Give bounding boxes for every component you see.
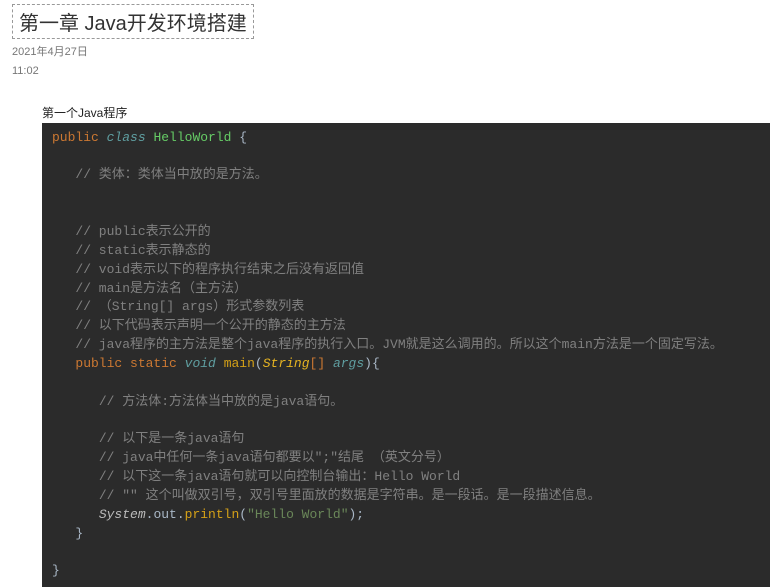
brace-close: } bbox=[52, 563, 60, 578]
out: out bbox=[153, 507, 176, 522]
comment: // （String[] args）形式参数列表 bbox=[75, 299, 304, 314]
kw-static: static bbox=[130, 356, 177, 371]
comment: // java中任何一条java语句都要以";"结尾 （英文分号） bbox=[99, 450, 450, 465]
page-title: 第一章 Java开发环境搭建 bbox=[12, 4, 254, 39]
time-text: 11:02 bbox=[0, 62, 778, 81]
string-literal: "Hello World" bbox=[247, 507, 348, 522]
brace-close: } bbox=[75, 526, 83, 541]
paren: ( bbox=[255, 356, 263, 371]
comment: // 以下是一条java语句 bbox=[99, 431, 245, 446]
comment: // 以下这一条java语句就可以向控制台输出：Hello World bbox=[99, 469, 460, 484]
comment: // static表示静态的 bbox=[75, 243, 210, 258]
comment: // 以下代码表示声明一个公开的静态的主方法 bbox=[75, 318, 345, 333]
code-block: public class HelloWorld { // 类体：类体当中放的是方… bbox=[42, 123, 770, 587]
date-text: 2021年4月27日 bbox=[0, 43, 778, 62]
paren-semi: ); bbox=[349, 507, 365, 522]
kw-public: public bbox=[52, 130, 99, 145]
brace: { bbox=[372, 356, 380, 371]
comment: // "" 这个叫做双引号，双引号里面放的数据是字符串。是一段话。是一段描述信息… bbox=[99, 488, 601, 503]
comment: // java程序的主方法是整个java程序的执行入口。JVM就是这么调用的。所… bbox=[75, 337, 722, 352]
kw-class: class bbox=[107, 130, 146, 145]
code-subtitle: 第一个Java程序 bbox=[42, 104, 778, 121]
paren: ) bbox=[364, 356, 372, 371]
dot: . bbox=[177, 507, 185, 522]
brace: { bbox=[239, 130, 247, 145]
comment: // 类体：类体当中放的是方法。 bbox=[75, 167, 267, 182]
kw-public: public bbox=[75, 356, 122, 371]
comment: // 方法体:方法体当中放的是java语句。 bbox=[99, 394, 343, 409]
paren: ( bbox=[239, 507, 247, 522]
println: println bbox=[185, 507, 240, 522]
system: System bbox=[99, 507, 146, 522]
brackets: [] bbox=[310, 356, 326, 371]
comment: // void表示以下的程序执行结束之后没有返回值 bbox=[75, 262, 364, 277]
method-main: main bbox=[224, 356, 255, 371]
param-args: args bbox=[333, 356, 364, 371]
kw-void: void bbox=[185, 356, 216, 371]
comment: // main是方法名（主方法） bbox=[75, 281, 247, 296]
class-name: HelloWorld bbox=[153, 130, 231, 145]
type-string: String bbox=[263, 356, 310, 371]
comment: // public表示公开的 bbox=[75, 224, 210, 239]
